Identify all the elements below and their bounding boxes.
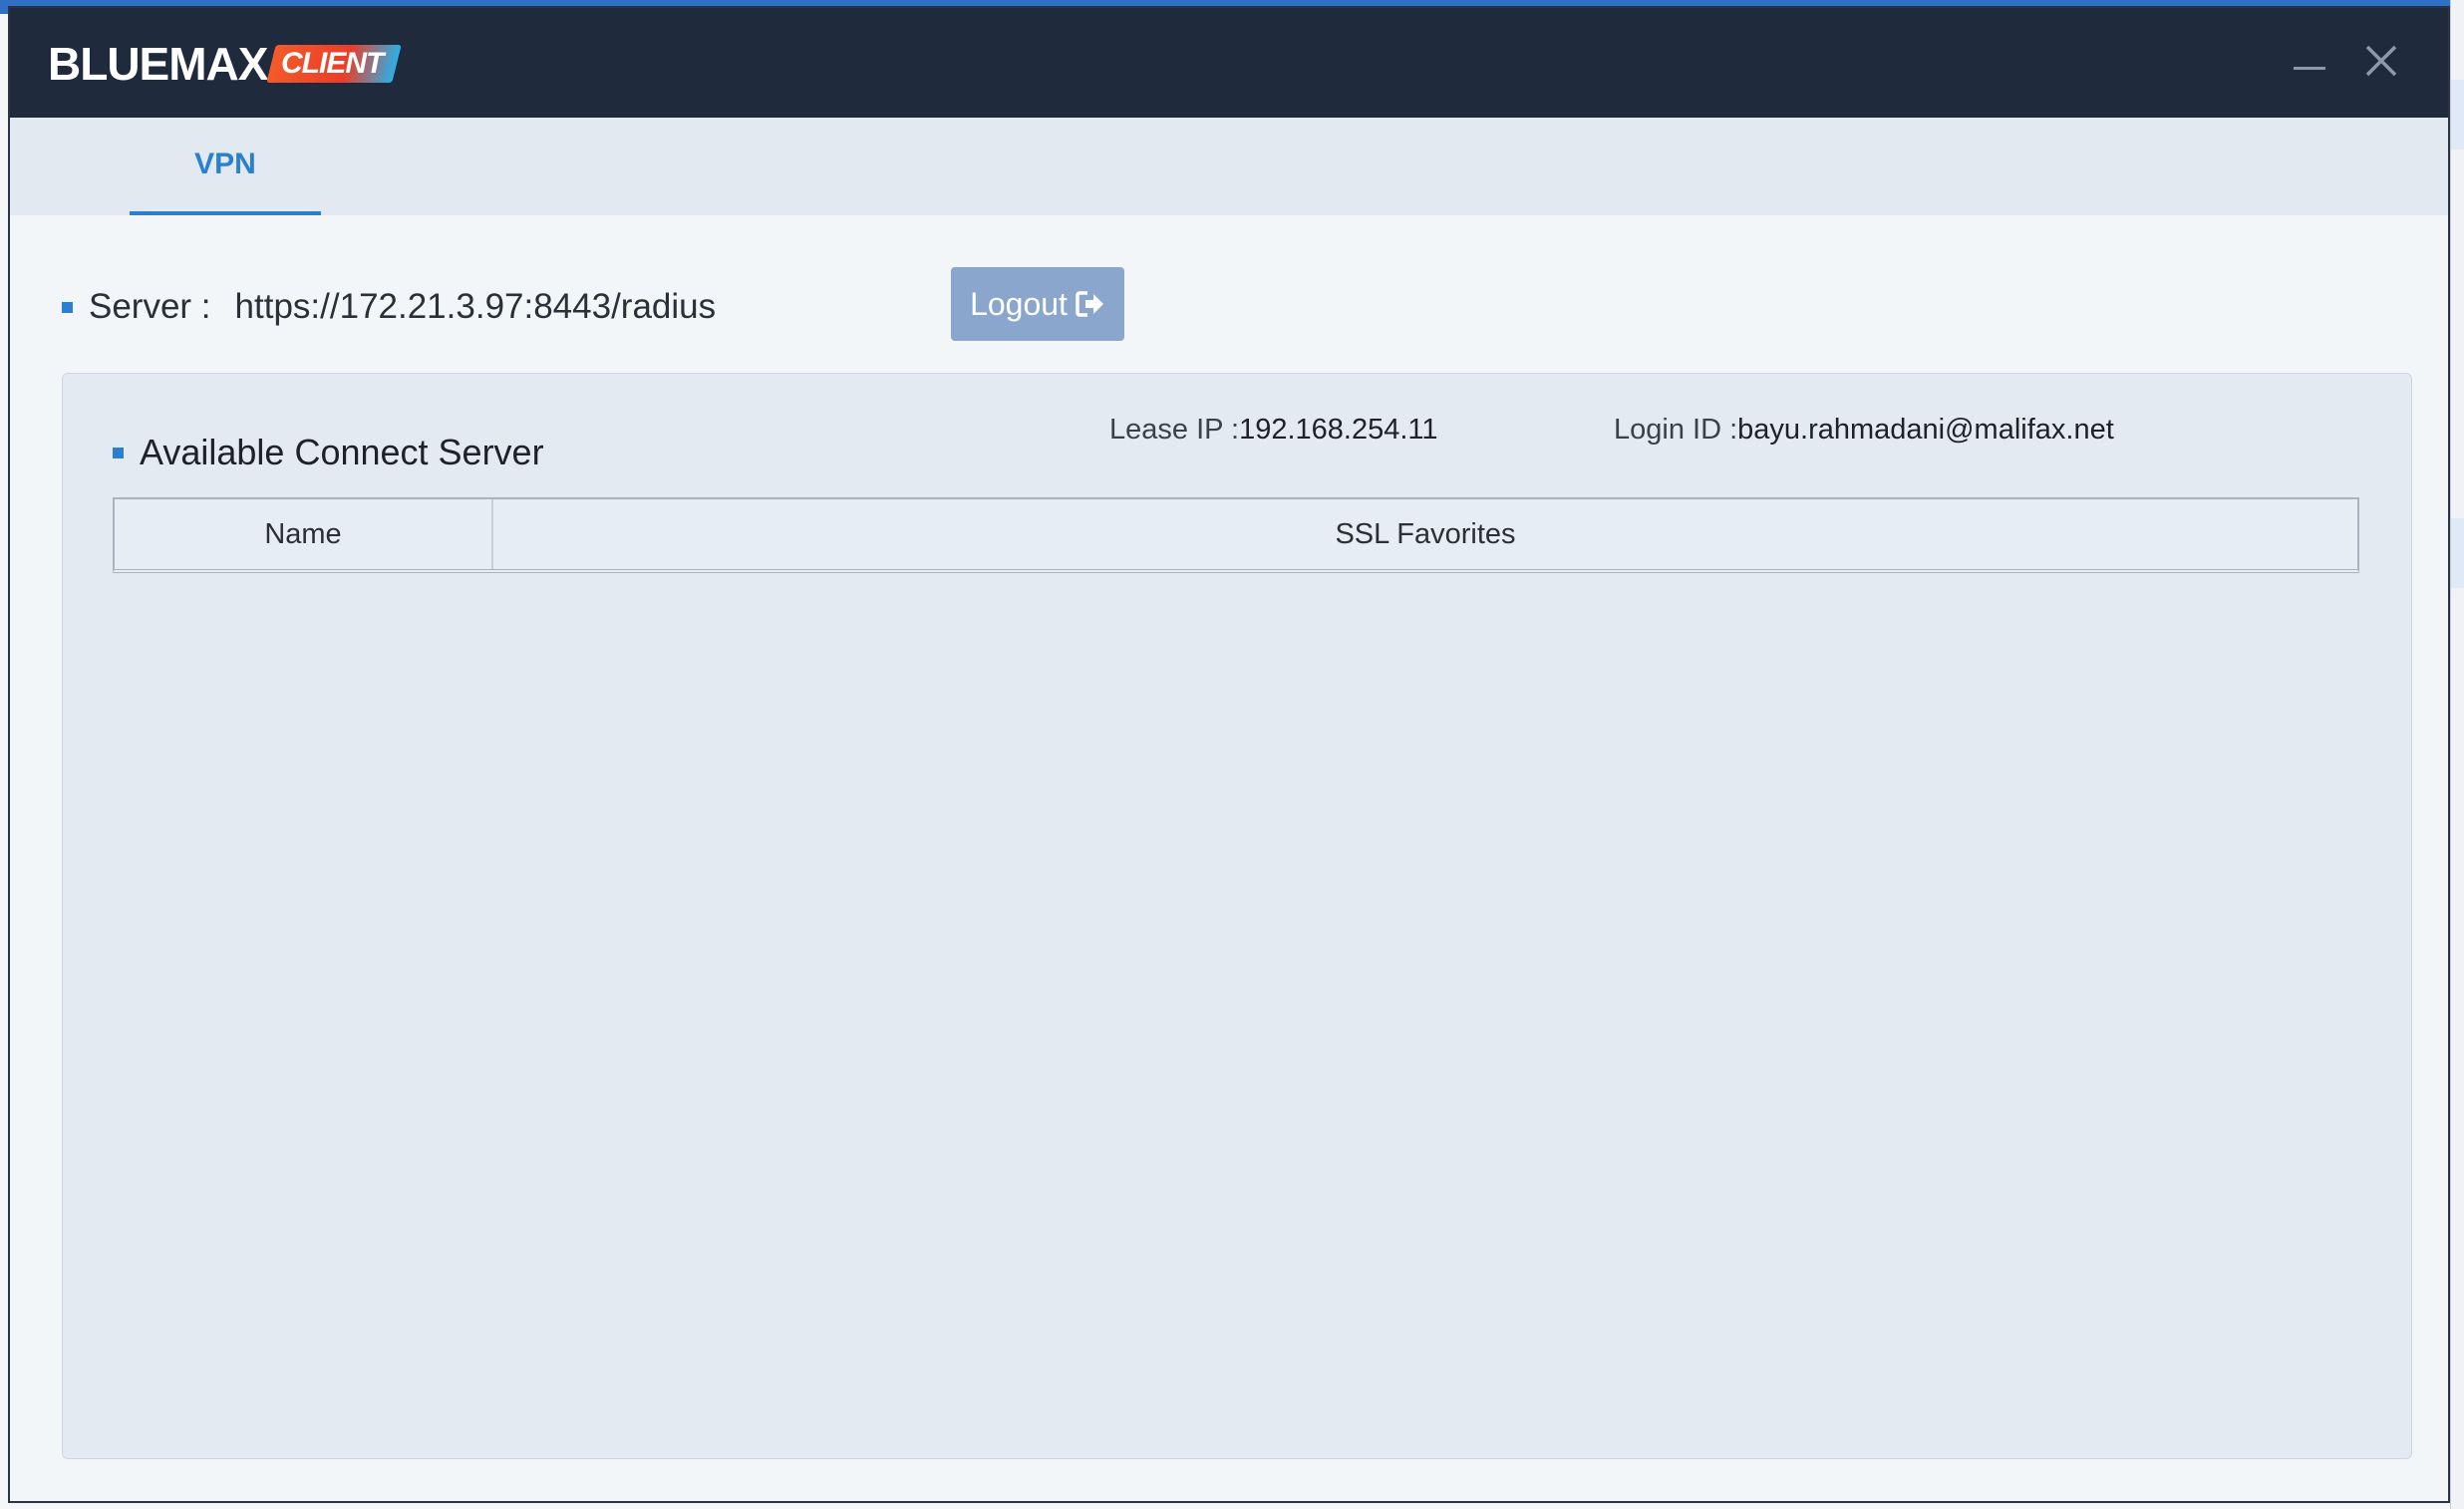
bluemax-client-logo: BLUEMAX CLIENT <box>48 38 403 90</box>
bullet-marker <box>62 301 73 313</box>
login-id-value: bayu.rahmadani@malifax.net <box>1737 414 2114 446</box>
logo-badge: CLIENT <box>266 45 403 83</box>
bluemax-client-window: BLUEMAX CLIENT VPN Server : https://172.… <box>8 6 2450 1503</box>
logo-brand: BLUEMAX <box>48 38 268 90</box>
server-table: Name SSL Favorites <box>113 497 2359 573</box>
tab-vpn[interactable]: VPN <box>130 118 321 215</box>
minimize-button[interactable] <box>2287 38 2332 84</box>
logout-button[interactable]: Logout <box>951 267 1124 341</box>
logo-badge-text: CLIENT <box>281 47 384 80</box>
logout-label: Logout <box>970 285 1068 322</box>
title-bar: BLUEMAX CLIENT <box>10 8 2448 118</box>
login-id: Login ID :bayu.rahmadani@malifax.net <box>1614 414 2114 447</box>
connect-server-panel: Available Connect Server Lease IP :192.1… <box>62 373 2412 1459</box>
minimize-icon <box>2294 66 2325 70</box>
lease-ip: Lease IP :192.168.254.11 <box>1109 414 1438 447</box>
server-row: Server : https://172.21.3.97:8443/radius <box>62 267 716 347</box>
tab-strip: VPN <box>10 118 2448 215</box>
background-app-edge <box>2450 0 2464 1509</box>
bullet-marker <box>113 447 124 458</box>
logout-icon <box>1076 291 1103 317</box>
column-header-ssl-favorites[interactable]: SSL Favorites <box>493 499 2357 569</box>
close-icon <box>2365 45 2397 77</box>
login-id-label: Login ID : <box>1614 414 1738 446</box>
server-address: https://172.21.3.97:8443/radius <box>234 287 717 326</box>
panel-title: Available Connect Server <box>140 432 544 472</box>
close-button[interactable] <box>2358 38 2404 84</box>
column-header-name[interactable]: Name <box>115 499 493 569</box>
lease-ip-label: Lease IP : <box>1109 414 1240 446</box>
lease-ip-value: 192.168.254.11 <box>1239 414 1438 446</box>
server-label: Server : <box>89 287 211 326</box>
panel-header: Available Connect Server <box>113 430 544 475</box>
